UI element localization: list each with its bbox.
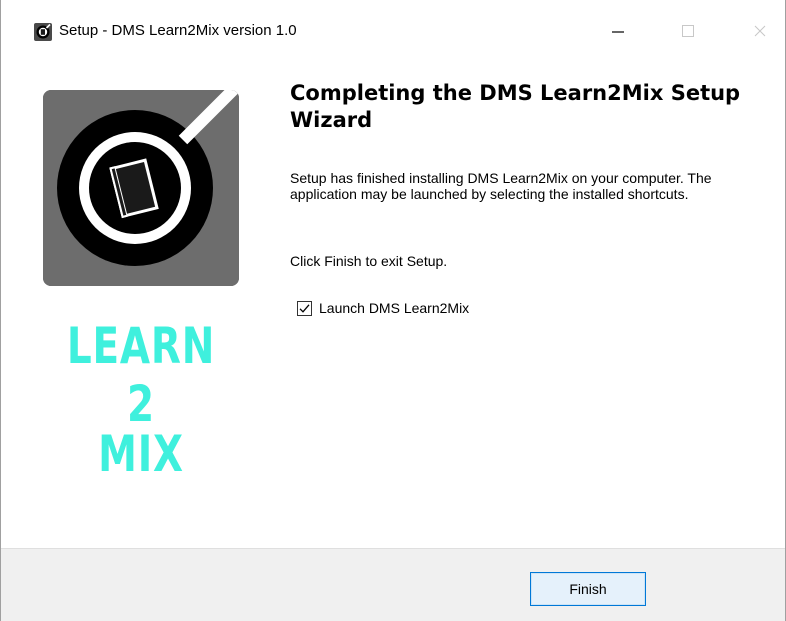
app-icon — [34, 23, 52, 41]
wizard-heading: Completing the DMS Learn2Mix Setup Wizar… — [290, 81, 741, 132]
title-bar[interactable]: Setup - DMS Learn2Mix version 1.0 — [1, 0, 785, 52]
maximize-button[interactable] — [665, 14, 711, 48]
finish-button[interactable]: Finish — [530, 572, 646, 606]
setup-window: Setup - DMS Learn2Mix version 1.0 LEARN … — [0, 0, 786, 621]
launch-checkbox[interactable] — [297, 300, 312, 316]
brand-text-2: 2 — [127, 375, 155, 433]
exit-instruction: Click Finish to exit Setup. — [290, 253, 448, 269]
book-magnifier-logo-icon — [43, 90, 239, 286]
checkmark-icon — [299, 303, 310, 313]
brand-text-mix: MIX — [98, 425, 184, 483]
minimize-icon — [612, 31, 624, 33]
brand-text-learn: LEARN — [66, 317, 216, 375]
launch-app-checkbox-row[interactable]: Launch DMS Learn2Mix — [297, 300, 469, 316]
minimize-button[interactable] — [595, 14, 641, 48]
close-icon — [754, 25, 766, 37]
window-title: Setup - DMS Learn2Mix version 1.0 — [59, 22, 297, 39]
launch-checkbox-label[interactable]: Launch DMS Learn2Mix — [319, 300, 469, 316]
maximize-icon — [682, 25, 694, 37]
completion-message: Setup has finished installing DMS Learn2… — [290, 170, 712, 202]
button-bar — [1, 548, 785, 621]
product-logo-tile — [43, 90, 239, 286]
close-button[interactable] — [737, 14, 783, 48]
